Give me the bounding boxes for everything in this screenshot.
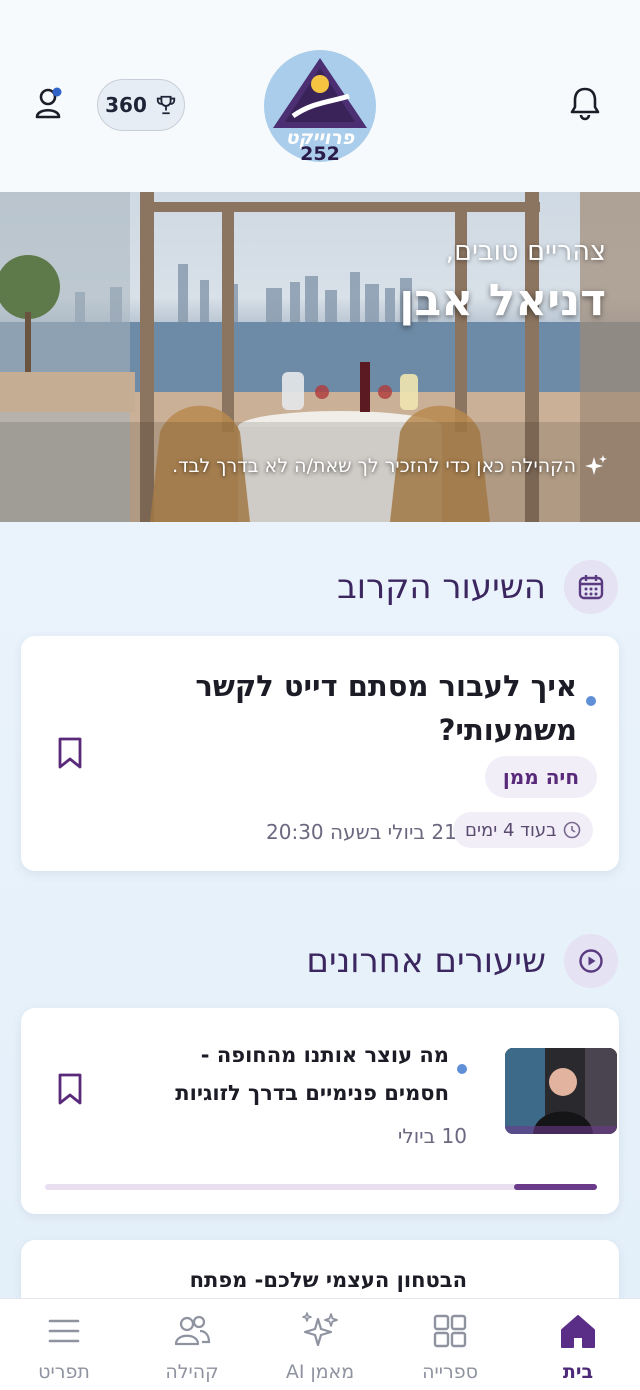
nav-item-community[interactable]: קהילה <box>128 1299 256 1390</box>
app-header: 360 פרוייקט 252 <box>0 0 640 192</box>
watch-progress-bar <box>45 1184 597 1190</box>
hero-banner: צהריים טובים, דניאל אבן הקהילה כאן כדי ל… <box>0 192 640 522</box>
recent-lesson-date: 10 ביולי <box>397 1124 467 1148</box>
next-lesson-title-line2: משמעותי? <box>438 713 577 747</box>
community-icon <box>174 1315 211 1346</box>
trophy-icon <box>156 95 176 115</box>
instructor-chip[interactable]: חיה ממן <box>485 756 597 798</box>
bookmark-icon[interactable] <box>56 1072 84 1106</box>
clock-icon <box>563 821 580 839</box>
profile-icon[interactable] <box>34 86 66 120</box>
username-text: דניאל אבן <box>399 275 606 326</box>
bookmark-icon[interactable] <box>56 736 84 770</box>
nav-item-ai-coach[interactable]: מאמן AI <box>256 1299 384 1390</box>
unread-dot <box>457 1064 467 1074</box>
project-logo: פרוייקט 252 <box>264 50 376 165</box>
bottom-navigation: בית ספרייה מאמן AI קהילה תפריט <box>0 1298 640 1390</box>
nav-label: ספרייה <box>422 1361 478 1383</box>
library-grid-icon <box>433 1314 467 1348</box>
score-badge[interactable]: 360 <box>97 79 185 131</box>
nav-label: בית <box>562 1361 594 1383</box>
next-lesson-title: השיעור הקרוב <box>337 567 546 607</box>
next-lesson-title-line1: איך לעבור מסתם דייט לקשר <box>195 669 577 703</box>
recent-lesson-title-line1: הבטחון העצמי שלכם- מפתח <box>189 1268 467 1292</box>
recent-lessons-title: שיעורים אחרונים <box>306 941 546 981</box>
next-lesson-card[interactable]: איך לעבור מסתם דייט לקשר משמעותי? חיה ממ… <box>21 636 619 871</box>
menu-icon <box>48 1319 80 1343</box>
recent-lessons-section-header: שיעורים אחרונים <box>306 934 618 988</box>
sparkle-icon <box>585 455 607 475</box>
play-circle-icon <box>579 949 603 973</box>
countdown-pill: בעוד 4 ימים <box>453 812 593 848</box>
hero-greeting-block: צהריים טובים, דניאל אבן <box>399 236 606 326</box>
home-icon <box>561 1315 595 1348</box>
next-lesson-title-text: איך לעבור מסתם דייט לקשר משמעותי? <box>195 664 577 752</box>
recent-lesson-title-line1: מה עוצר אותנו מהחופה - <box>200 1043 449 1067</box>
recent-lesson-card[interactable]: מה עוצר אותנו מהחופה - חסמים פנימיים בדר… <box>21 1008 619 1214</box>
lesson-datetime: 21 ביולי בשעה 20:30 <box>266 820 457 844</box>
nav-label: מאמן AI <box>285 1361 355 1383</box>
tagline-text: הקהילה כאן כדי להזכיר לך שאת/ה לא בדרך ל… <box>172 455 576 477</box>
ai-sparkles-icon <box>302 1312 338 1347</box>
calendar-icon <box>578 575 604 600</box>
recent-lesson-title-text: מה עוצר אותנו מהחופה - חסמים פנימיים בדר… <box>175 1036 449 1112</box>
unread-dot <box>586 696 596 706</box>
calendar-icon-wrap <box>564 560 618 614</box>
countdown-text: בעוד 4 ימים <box>465 819 557 841</box>
nav-label: תפריט <box>38 1361 90 1383</box>
score-value: 360 <box>105 93 147 117</box>
svg-text:252: 252 <box>300 143 340 165</box>
recent-lesson-title-line2: חסמים פנימיים בדרך לזוגיות <box>175 1081 449 1105</box>
notification-bell-icon[interactable] <box>566 84 604 122</box>
nav-item-home[interactable]: בית <box>514 1299 640 1390</box>
nav-label: קהילה <box>165 1361 219 1383</box>
watch-progress-fill <box>514 1184 597 1190</box>
hero-tagline: הקהילה כאן כדי להזכיר לך שאת/ה לא בדרך ל… <box>172 454 608 478</box>
next-lesson-section-header: השיעור הקרוב <box>337 560 618 614</box>
greeting-text: צהריים טובים, <box>445 236 606 267</box>
play-icon-wrap <box>564 934 618 988</box>
lesson-video-thumbnail[interactable] <box>505 1048 617 1134</box>
nav-item-menu[interactable]: תפריט <box>0 1299 128 1390</box>
nav-item-library[interactable]: ספרייה <box>386 1299 514 1390</box>
